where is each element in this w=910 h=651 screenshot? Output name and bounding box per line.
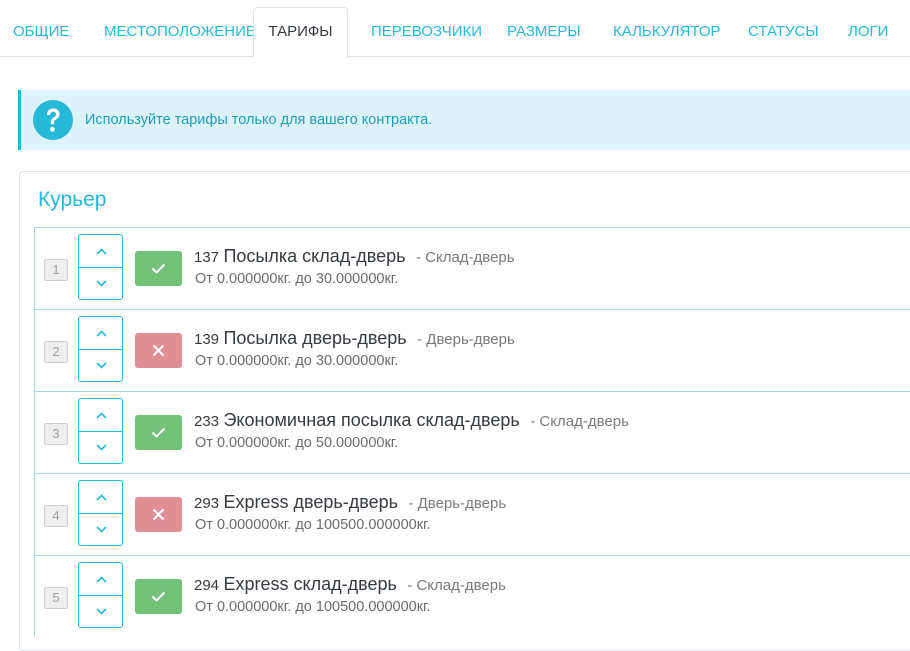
- tariff-code: 294: [194, 577, 220, 594]
- tariff-weight-range: От 0.000000кг. до 100500.000000кг.: [195, 517, 431, 533]
- tab-statuses[interactable]: СТАТУСЫ: [748, 7, 819, 57]
- move-up-button[interactable]: [79, 317, 122, 350]
- chevron-down-icon: [96, 608, 107, 615]
- tariff-code: 137: [194, 249, 220, 266]
- tariff-name: 293 Express дверь-дверь - Дверь-дверь: [194, 492, 506, 513]
- tab-bar: ОБЩИЕ МЕСТОПОЛОЖЕНИЕ ТАРИФЫ ПЕРЕВОЗЧИКИ …: [0, 0, 910, 58]
- move-up-button[interactable]: [79, 563, 122, 596]
- tab-general[interactable]: ОБЩИЕ: [13, 7, 69, 57]
- tariff-type: - Склад-дверь: [530, 413, 629, 430]
- reorder-control: [78, 398, 123, 464]
- tab-sizes[interactable]: РАЗМЕРЫ: [507, 7, 581, 57]
- tab-logs[interactable]: ЛОГИ: [848, 7, 888, 57]
- chevron-up-icon: [96, 248, 107, 255]
- position-badge: 3: [44, 423, 68, 445]
- tariff-name: 137 Посылка склад-дверь - Склад-дверь: [194, 246, 515, 267]
- tab-location[interactable]: МЕСТОПОЛОЖЕНИЕ: [104, 7, 256, 57]
- move-down-button[interactable]: [79, 431, 122, 463]
- tariff-weight-range: От 0.000000кг. до 30.000000кг.: [195, 353, 399, 369]
- tariff-row: 4 293 Express дверь-дверь - Дверь-дверь …: [34, 473, 910, 555]
- tariff-type: - Дверь-дверь: [408, 495, 507, 512]
- chevron-up-icon: [96, 330, 107, 337]
- reorder-control: [78, 562, 123, 628]
- reorder-control: [78, 234, 123, 300]
- tariff-name: 294 Express склад-дверь - Склад-дверь: [194, 574, 506, 595]
- tariff-weight-range: От 0.000000кг. до 50.000000кг.: [195, 435, 399, 451]
- tariff-code: 233: [194, 413, 220, 430]
- question-circle-icon: [33, 100, 73, 140]
- chevron-up-icon: [96, 494, 107, 501]
- chevron-down-icon: [96, 444, 107, 451]
- tab-carriers[interactable]: ПЕРЕВОЗЧИКИ: [371, 7, 482, 57]
- chevron-up-icon: [96, 412, 107, 419]
- tariff-title: Посылка склад-дверь: [223, 246, 406, 266]
- tariff-name: 139 Посылка дверь-дверь - Дверь-дверь: [194, 328, 515, 349]
- tariff-weight-range: От 0.000000кг. до 30.000000кг.: [195, 271, 399, 287]
- tariff-title: Express дверь-дверь: [223, 492, 399, 512]
- tab-calculator[interactable]: КАЛЬКУЛЯТОР: [613, 7, 721, 57]
- tab-tariffs[interactable]: ТАРИФЫ: [253, 7, 348, 58]
- position-badge: 5: [44, 587, 68, 609]
- position-badge: 1: [44, 259, 68, 281]
- tariff-row: 5 294 Express склад-дверь - Склад-дверь …: [34, 555, 910, 637]
- chevron-down-icon: [96, 362, 107, 369]
- tariff-row: 1 137 Посылка склад-дверь - Склад-дверь …: [34, 227, 910, 309]
- check-icon: [151, 591, 166, 602]
- position-badge: 2: [44, 341, 68, 363]
- check-icon: [151, 427, 166, 438]
- tariff-code: 293: [194, 495, 220, 512]
- close-icon: [152, 508, 165, 521]
- status-toggle-disabled[interactable]: [135, 333, 182, 368]
- reorder-control: [78, 316, 123, 382]
- move-down-button[interactable]: [79, 267, 122, 299]
- tariff-type: - Склад-дверь: [407, 577, 506, 594]
- move-up-button[interactable]: [79, 481, 122, 514]
- tariff-row: 3 233 Экономичная посылка склад-дверь - …: [34, 391, 910, 473]
- check-icon: [151, 263, 166, 274]
- move-up-button[interactable]: [79, 399, 122, 432]
- status-toggle-enabled[interactable]: [135, 415, 182, 450]
- tariff-title: Express склад-дверь: [223, 574, 397, 594]
- tariff-type: - Дверь-дверь: [417, 331, 515, 348]
- move-down-button[interactable]: [79, 349, 122, 381]
- tariff-type: - Склад-дверь: [415, 249, 515, 266]
- panel-title: Курьер: [38, 188, 107, 211]
- move-down-button[interactable]: [79, 595, 122, 627]
- tariff-title: Экономичная посылка склад-дверь: [223, 410, 520, 430]
- chevron-up-icon: [96, 576, 107, 583]
- close-icon: [152, 344, 165, 357]
- move-down-button[interactable]: [79, 513, 122, 545]
- tariff-list: 1 137 Посылка склад-дверь - Склад-дверь …: [34, 227, 910, 637]
- tariff-name: 233 Экономичная посылка склад-дверь - Ск…: [194, 410, 629, 431]
- tariff-title: Посылка дверь-дверь: [223, 328, 407, 348]
- tariff-code: 139: [194, 331, 220, 348]
- reorder-control: [78, 480, 123, 546]
- alert-message: Используйте тарифы только для вашего кон…: [85, 112, 433, 128]
- courier-panel: Курьер 1 137 Посылка склад-дверь - Склад…: [19, 171, 910, 651]
- tariff-row: 2 139 Посылка дверь-дверь - Дверь-дверь …: [34, 309, 910, 391]
- chevron-down-icon: [96, 526, 107, 533]
- tariff-weight-range: От 0.000000кг. до 100500.000000кг.: [195, 599, 431, 615]
- info-alert: Используйте тарифы только для вашего кон…: [18, 90, 910, 150]
- position-badge: 4: [44, 505, 68, 527]
- chevron-down-icon: [96, 280, 107, 287]
- status-toggle-enabled[interactable]: [135, 579, 182, 614]
- move-up-button[interactable]: [79, 235, 122, 268]
- status-toggle-enabled[interactable]: [135, 251, 182, 286]
- status-toggle-disabled[interactable]: [135, 497, 182, 532]
